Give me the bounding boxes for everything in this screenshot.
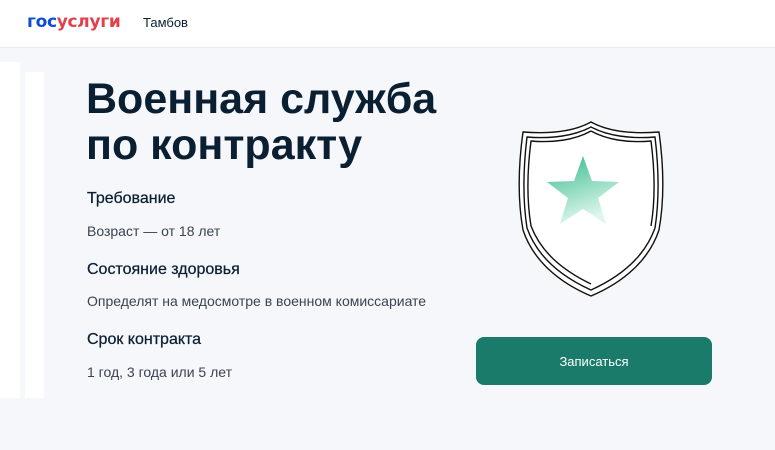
contract-term-heading: Срок контракта	[87, 331, 202, 348]
gosuslugi-logo[interactable]: госуслуги	[27, 12, 121, 32]
contract-term-text: 1 год, 3 года или 5 лет	[87, 364, 232, 380]
left-decor-strip-inner	[25, 72, 44, 398]
requirement-heading: Требование	[87, 190, 176, 207]
logo-part-uslugi: услуги	[56, 12, 121, 32]
health-text: Определят на медосмотре в военном комисс…	[87, 293, 427, 309]
signup-button[interactable]: Записаться	[476, 337, 712, 385]
left-decor-strip	[0, 62, 20, 398]
region-selector[interactable]: Тамбов	[143, 15, 188, 31]
shield-star-icon	[518, 121, 664, 297]
requirement-text: Возраст — от 18 лет	[87, 223, 221, 239]
page-title-line-1: Военная служба	[86, 75, 437, 123]
page-title-line-2: по контракту	[86, 121, 363, 169]
health-heading: Состояние здоровья	[87, 261, 240, 278]
page-title: Военная служба по контракту	[86, 76, 486, 168]
logo-part-gos: гос	[27, 12, 57, 32]
header: госуслуги Тамбов	[0, 0, 775, 48]
